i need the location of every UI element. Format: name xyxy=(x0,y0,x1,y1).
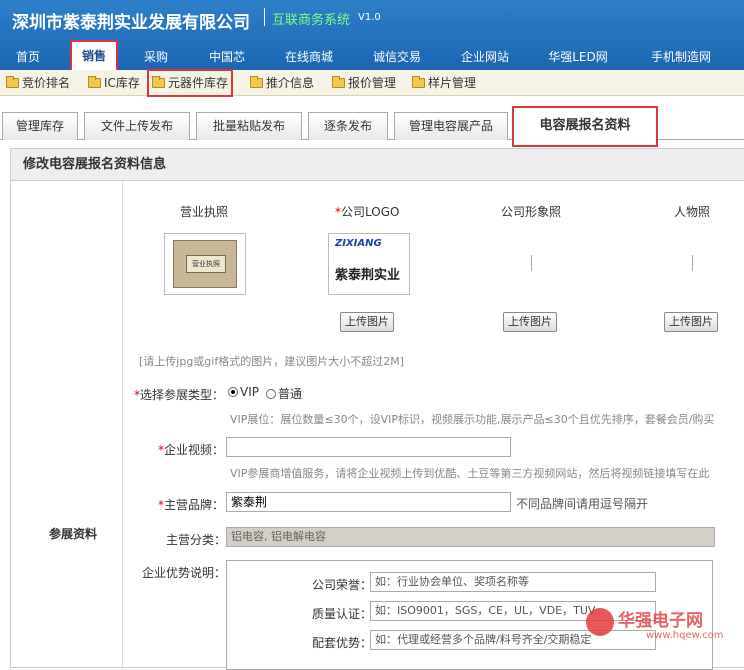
person-photo-empty xyxy=(692,255,693,271)
tab-batch-paste[interactable]: 批量粘贴发布 xyxy=(196,112,302,140)
video-input[interactable] xyxy=(226,437,511,457)
left-section-label: 参展资料 xyxy=(49,527,98,541)
logo-label-text: 公司LOGO xyxy=(341,205,400,219)
support-input[interactable]: 如：代理或经营多个品牌/料号齐全/交期稳定 xyxy=(370,630,656,650)
folder-icon xyxy=(88,76,101,88)
nav-phone-mfg[interactable]: 手机制造网 xyxy=(638,44,724,70)
system-name: 互联商务系统 xyxy=(272,13,351,28)
category-input[interactable]: 铝电容, 铝电解电容 xyxy=(226,527,715,547)
nav-china-chip[interactable]: 中国芯 xyxy=(198,44,256,70)
tab-single-publish[interactable]: 逐条发布 xyxy=(308,112,388,140)
system-version: V1.0 xyxy=(358,12,381,23)
panel-title: 修改电容展报名资料信息 xyxy=(11,149,744,181)
brand-input[interactable]: 紫泰荆 xyxy=(226,492,511,512)
nav-sales[interactable]: 销售 xyxy=(70,40,118,70)
folder-icon xyxy=(250,76,263,88)
tab-file-upload[interactable]: 文件上传发布 xyxy=(84,112,190,140)
upload-hint: [请上传jpg或gif格式的图片，建议图片大小不超过2M] xyxy=(139,355,405,368)
video-label-text: 企业视频： xyxy=(164,443,225,457)
vip-description: VIP展位：展位数量≤30个，设VIP标识，视频展示功能,展示产品≤30个且优先… xyxy=(230,413,715,426)
brand-hint: 不同品牌间请用逗号隔开 xyxy=(516,497,649,511)
logo-brand: ZIXIANG xyxy=(335,238,382,249)
company-name: 深圳市紫泰荆实业发展有限公司 xyxy=(12,13,250,33)
support-label: 配套优势： xyxy=(312,636,373,650)
radio-normal-icon[interactable] xyxy=(266,389,276,399)
exhibit-type-label: *选择参展类型： xyxy=(134,386,224,403)
subnav-ic-stock[interactable]: IC库存 xyxy=(88,70,140,96)
logo-text: 紫泰荆实业 xyxy=(335,268,401,283)
main-nav: 首页 销售 采购 中国芯 在线商城 诚信交易 企业网站 华强LED网 手机制造网 xyxy=(0,40,744,70)
subnav-ic-stock-label: IC库存 xyxy=(104,76,140,90)
brand-label-text: 主营品牌： xyxy=(164,498,225,512)
sub-nav: 竞价排名 IC库存 元器件库存 推介信息 报价管理 样片管理 xyxy=(0,69,744,97)
advantage-label: 企业优势说明： xyxy=(142,566,227,580)
nav-purchase[interactable]: 采购 xyxy=(132,44,180,70)
subnav-quote-label: 报价管理 xyxy=(348,76,397,90)
nav-trust-trade[interactable]: 诚信交易 xyxy=(364,44,430,70)
subnav-component-stock[interactable]: 元器件库存 xyxy=(147,69,234,97)
license-label: 营业执照 xyxy=(180,205,229,219)
folder-icon xyxy=(412,76,425,88)
nav-home[interactable]: 首页 xyxy=(6,44,50,70)
subnav-promo-label: 推介信息 xyxy=(266,76,315,90)
upload-logo-button[interactable]: 上传图片 xyxy=(340,312,394,332)
header-divider xyxy=(264,8,265,26)
license-image: 营业执照 xyxy=(173,240,237,288)
radio-vip-label: VIP xyxy=(240,385,259,399)
tab-expo-registration[interactable]: 电容展报名资料 xyxy=(512,106,658,147)
logo-thumbnail: ZIXIANG 紫泰荆实业 xyxy=(328,233,410,295)
image-photo-label: 公司形象照 xyxy=(501,205,562,219)
cert-label: 质量认证： xyxy=(312,607,373,621)
watermark-logo-icon xyxy=(586,608,614,636)
folder-icon xyxy=(332,76,345,88)
folder-icon xyxy=(152,76,165,88)
subnav-samples-label: 样片管理 xyxy=(428,76,477,90)
tab-manage-stock[interactable]: 管理库存 xyxy=(2,112,78,140)
license-seal-text: 营业执照 xyxy=(186,255,226,273)
exhibit-type-label-text: 选择参展类型： xyxy=(140,388,225,402)
radio-vip-icon[interactable] xyxy=(228,387,238,397)
subnav-bidding-label: 竞价排名 xyxy=(22,76,71,90)
subnav-samples[interactable]: 样片管理 xyxy=(412,70,476,96)
subnav-quote[interactable]: 报价管理 xyxy=(332,70,396,96)
content-tabs: 管理库存 文件上传发布 批量粘贴发布 逐条发布 管理电容展产品 电容展报名资料 xyxy=(0,106,744,147)
honor-label: 公司荣誉： xyxy=(312,578,373,592)
watermark-url: www.hqew.com xyxy=(646,630,724,641)
radio-normal[interactable]: 普通 xyxy=(266,385,302,402)
left-column: 参展资料 xyxy=(11,181,123,669)
nav-online-mall[interactable]: 在线商城 xyxy=(276,44,342,70)
watermark-text: 华强电子网 xyxy=(618,611,703,631)
nav-company-site[interactable]: 企业网站 xyxy=(452,44,518,70)
video-label: *企业视频： xyxy=(158,441,224,458)
subnav-bidding[interactable]: 竞价排名 xyxy=(6,70,70,96)
honor-input[interactable]: 如：行业协会单位、奖项名称等 xyxy=(370,572,656,592)
nav-led[interactable]: 华强LED网 xyxy=(540,44,616,70)
license-thumbnail: 营业执照 xyxy=(164,233,246,295)
tab-manage-expo-products[interactable]: 管理电容展产品 xyxy=(394,112,508,140)
upload-image-button[interactable]: 上传图片 xyxy=(503,312,557,332)
person-photo-label: 人物照 xyxy=(674,205,711,219)
subnav-promo[interactable]: 推介信息 xyxy=(250,70,314,96)
upload-person-button[interactable]: 上传图片 xyxy=(664,312,718,332)
image-photo-empty xyxy=(531,255,532,271)
top-header: 深圳市紫泰荆实业发展有限公司 互联商务系统 V1.0 首页 销售 采购 中国芯 … xyxy=(0,0,744,70)
radio-normal-label: 普通 xyxy=(278,387,303,401)
folder-icon xyxy=(6,76,19,88)
radio-vip[interactable]: VIP xyxy=(228,385,259,399)
subnav-component-stock-label: 元器件库存 xyxy=(168,76,229,90)
brand-label: *主营品牌： xyxy=(158,496,224,513)
logo-label: *公司LOGO xyxy=(335,203,399,220)
category-label: 主营分类： xyxy=(166,533,227,547)
video-description: VIP参展商增值服务，请将企业视频上传到优酷、土豆等第三方视频网站，然后将视频链… xyxy=(230,467,710,480)
